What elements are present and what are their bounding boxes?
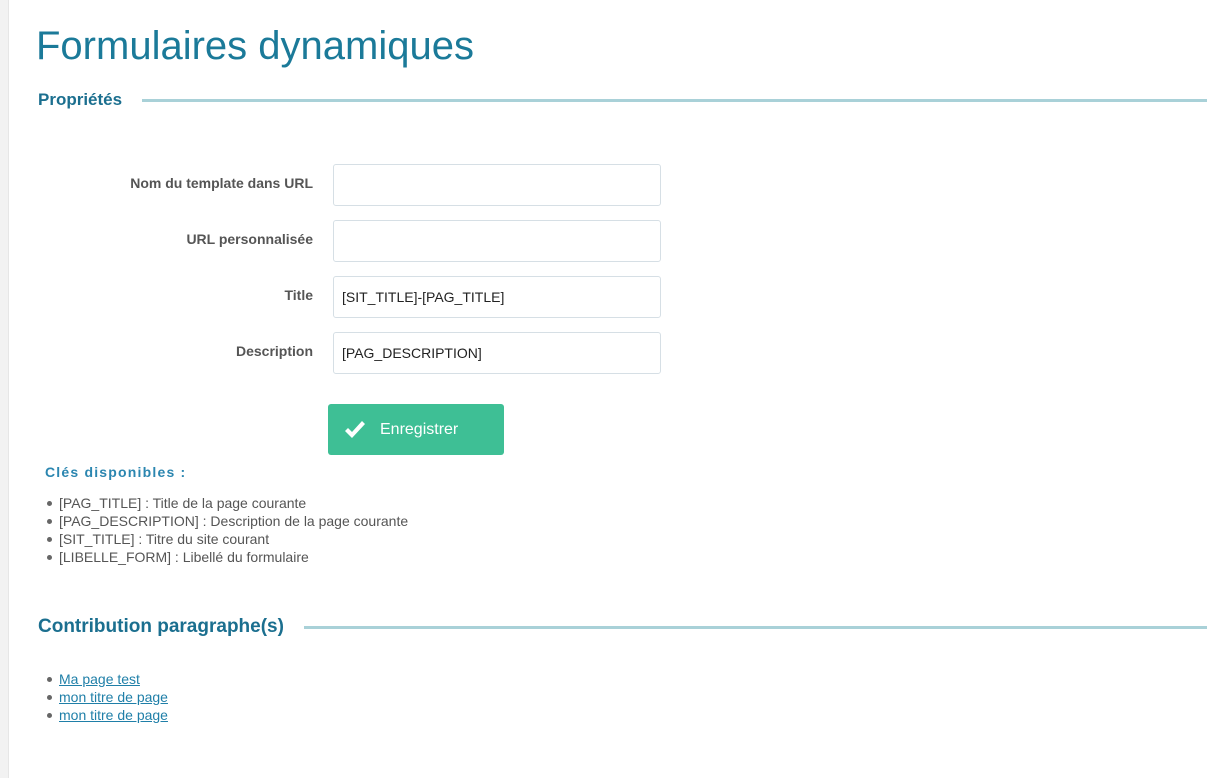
list-item: [LIBELLE_FORM] : Libellé du formulaire — [47, 548, 408, 566]
template-url-name-input[interactable] — [333, 164, 661, 206]
title-input[interactable] — [333, 276, 661, 318]
bullet-icon — [47, 537, 52, 542]
description-label: Description — [235, 343, 313, 359]
list-item: [SIT_TITLE] : Titre du site courant — [47, 530, 408, 548]
save-button-label: Enregistrer — [380, 420, 459, 438]
list-item-text: [SIT_TITLE] : Titre du site courant — [59, 531, 270, 547]
list-item: [PAG_DESCRIPTION] : Description de la pa… — [47, 512, 408, 530]
list-item: mon titre de page — [47, 706, 168, 724]
left-border — [0, 0, 9, 778]
section-title-contribution: Contribution paragraphe(s) — [38, 616, 284, 637]
contribution-link[interactable]: mon titre de page — [59, 689, 168, 705]
bullet-icon — [47, 695, 52, 700]
bullet-icon — [47, 555, 52, 560]
section-divider — [303, 625, 1207, 629]
form-row-custom-url: URL personnalisée — [0, 220, 1207, 262]
bullet-icon — [47, 713, 52, 718]
custom-url-label: URL personnalisée — [186, 231, 313, 247]
available-keys-title: Clés disponibles : — [45, 464, 187, 480]
section-header-properties: Propriétés — [38, 88, 1207, 112]
list-item: Ma page test — [47, 670, 168, 688]
bullet-icon — [47, 677, 52, 682]
section-title-properties: Propriétés — [38, 90, 123, 109]
page-title: Formulaires dynamiques — [36, 24, 474, 68]
section-header-contribution: Contribution paragraphe(s) — [38, 614, 1207, 640]
title-label: Title — [284, 287, 313, 303]
bullet-icon — [47, 519, 52, 524]
available-keys-list: [PAG_TITLE] : Title de la page courante … — [47, 494, 408, 566]
list-item: [PAG_TITLE] : Title de la page courante — [47, 494, 408, 512]
section-divider — [142, 98, 1207, 102]
list-item: mon titre de page — [47, 688, 168, 706]
form-row-template-url-name: Nom du template dans URL — [0, 164, 1207, 206]
checkmark-icon — [344, 420, 366, 440]
custom-url-input[interactable] — [333, 220, 661, 262]
form-row-description: Description — [0, 332, 1207, 374]
form-row-title: Title — [0, 276, 1207, 318]
bullet-icon — [47, 501, 52, 506]
list-item-text: [LIBELLE_FORM] : Libellé du formulaire — [59, 549, 309, 565]
list-item-text: [PAG_DESCRIPTION] : Description de la pa… — [59, 513, 409, 529]
list-item-text: [PAG_TITLE] : Title de la page courante — [59, 495, 307, 511]
template-url-name-label: Nom du template dans URL — [130, 175, 313, 191]
page: Formulaires dynamiques Propriétés Nom du… — [0, 0, 1207, 778]
contribution-links-list: Ma page test mon titre de page mon titre… — [47, 670, 168, 724]
contribution-link[interactable]: mon titre de page — [59, 707, 168, 723]
description-input[interactable] — [333, 332, 661, 374]
save-button[interactable]: Enregistrer — [328, 404, 504, 455]
contribution-link[interactable]: Ma page test — [59, 671, 140, 687]
